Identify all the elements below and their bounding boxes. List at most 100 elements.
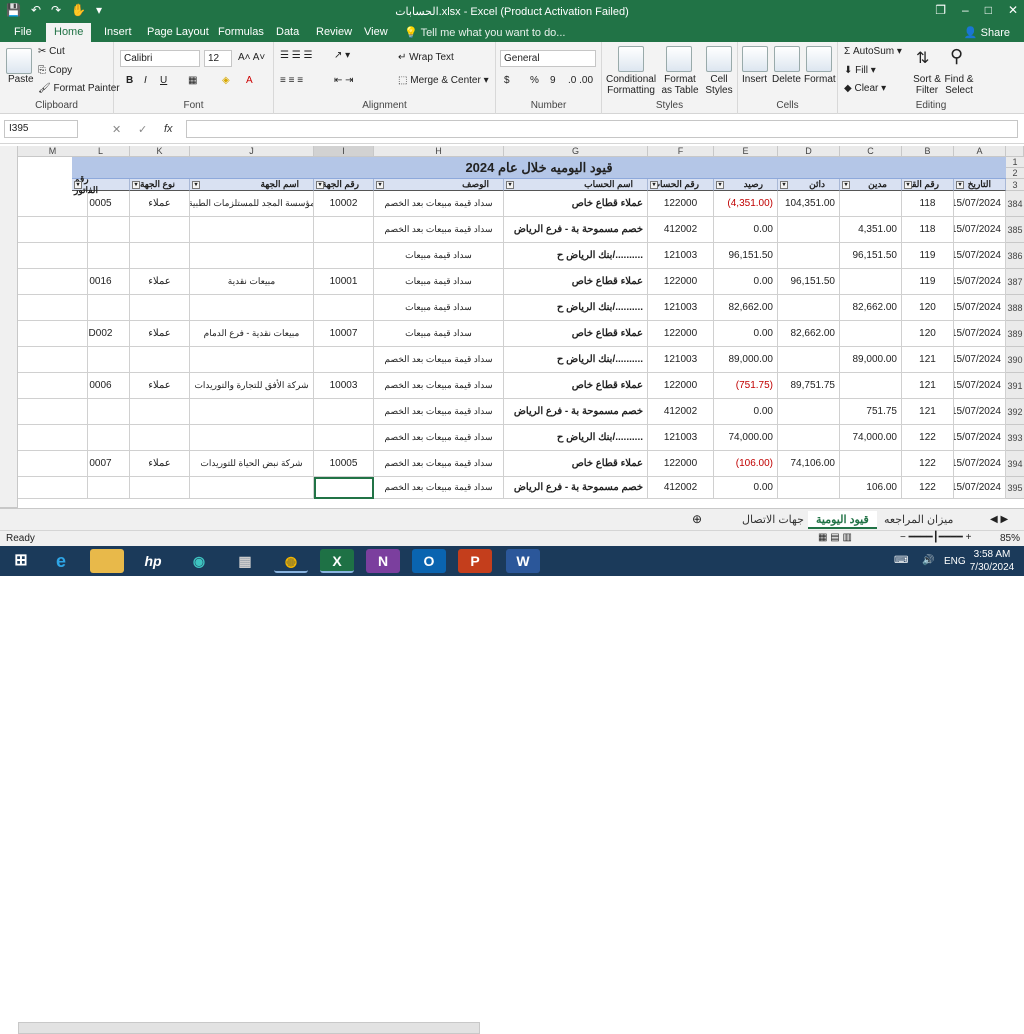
table-cell-b[interactable]: 122 <box>902 425 954 451</box>
tell-me-search[interactable]: 💡 Tell me what you want to do... <box>404 26 565 39</box>
table-cell-a[interactable]: 15/07/2024 <box>954 243 1006 269</box>
table-cell-d[interactable] <box>778 399 840 425</box>
table-cell-e[interactable]: (751.75) <box>714 373 778 399</box>
tab-review[interactable]: Review <box>316 26 352 38</box>
table-cell-d[interactable]: 96,151.50 <box>778 269 840 295</box>
filter-dropdown-icon[interactable]: ▾ <box>650 181 658 189</box>
comma-style-button[interactable]: 9 <box>550 75 556 86</box>
table-cell-a[interactable]: 15/07/2024 <box>954 321 1006 347</box>
font-color-icon[interactable]: A <box>246 75 253 86</box>
cancel-icon[interactable]: ✕ <box>112 123 121 136</box>
table-cell-d[interactable]: 104,351.00 <box>778 191 840 217</box>
table-cell-b[interactable]: 119 <box>902 269 954 295</box>
table-cell-d[interactable]: 82,662.00 <box>778 321 840 347</box>
row-header[interactable]: 395 <box>1006 477 1024 499</box>
table-cell-g[interactable]: عملاء قطاع خاص <box>504 373 648 399</box>
table-cell-e[interactable]: 96,151.50 <box>714 243 778 269</box>
maximize-button[interactable]: □ <box>985 3 992 17</box>
fill-button[interactable]: ⬇ Fill ▾ <box>844 65 876 76</box>
merge-center-button[interactable]: ⬚ Merge & Center ▾ <box>398 75 489 86</box>
number-format-select[interactable]: General <box>500 50 596 67</box>
column-header-e[interactable]: E <box>714 146 778 157</box>
table-cell-h[interactable]: سداد قيمة مبيعات بعد الخصم <box>374 347 504 373</box>
table-cell-d[interactable] <box>778 243 840 269</box>
filter-dropdown-icon[interactable]: ▾ <box>904 181 912 189</box>
table-cell-g[interactable]: عملاء قطاع خاص <box>504 269 648 295</box>
table-cell-l[interactable]: D002 <box>72 321 130 347</box>
column-header-c[interactable]: C <box>840 146 902 157</box>
powerpoint-icon[interactable]: P <box>458 549 492 573</box>
file-explorer-icon[interactable] <box>90 549 124 573</box>
table-cell-d[interactable] <box>778 217 840 243</box>
table-cell-g[interactable]: عملاء قطاع خاص <box>504 451 648 477</box>
paste-icon[interactable] <box>6 48 32 74</box>
clock-date[interactable]: 7/30/2024 <box>966 562 1018 573</box>
table-cell-i[interactable] <box>314 425 374 451</box>
table-cell-l[interactable] <box>72 477 130 499</box>
table-cell-c[interactable]: 89,000.00 <box>840 347 902 373</box>
language-indicator[interactable]: ENG <box>944 556 966 567</box>
table-cell-h[interactable]: سداد قيمة مبيعات بعد الخصم <box>374 399 504 425</box>
table-cell-i[interactable]: 10001 <box>314 269 374 295</box>
table-cell-l[interactable]: 0007 <box>72 451 130 477</box>
table-cell-b[interactable]: 122 <box>902 451 954 477</box>
autosum-button[interactable]: Σ AutoSum ▾ <box>844 46 902 57</box>
table-cell-i[interactable]: 10005 <box>314 451 374 477</box>
table-cell-l[interactable]: 0016 <box>72 269 130 295</box>
table-cell-f[interactable]: 121003 <box>648 243 714 269</box>
table-cell-l[interactable] <box>72 399 130 425</box>
table-cell-l[interactable] <box>72 425 130 451</box>
word-icon[interactable]: W <box>506 549 540 573</box>
table-cell-f[interactable]: 121003 <box>648 295 714 321</box>
indent-icon[interactable]: ⇤ ⇥ <box>334 75 354 86</box>
currency-button[interactable]: $ <box>504 75 510 86</box>
table-cell-g[interactable]: بنك الرياض ح/.......... <box>504 295 648 321</box>
row-header[interactable]: 391 <box>1006 373 1024 399</box>
minimize-button[interactable]: – <box>962 3 969 17</box>
column-header-g[interactable]: G <box>504 146 648 157</box>
table-cell-b[interactable]: 120 <box>902 295 954 321</box>
cut-button[interactable]: ✂ Cut <box>38 46 65 57</box>
row-header[interactable]: 387 <box>1006 269 1024 295</box>
table-cell-a[interactable]: 15/07/2024 <box>954 373 1006 399</box>
table-cell-c[interactable]: 4,351.00 <box>840 217 902 243</box>
table-cell-i[interactable] <box>314 295 374 321</box>
table-cell-d[interactable] <box>778 295 840 321</box>
table-cell-a[interactable]: 15/07/2024 <box>954 347 1006 373</box>
table-cell-f[interactable]: 412002 <box>648 399 714 425</box>
italic-button[interactable]: I <box>144 75 147 86</box>
table-cell-e[interactable]: 0.00 <box>714 399 778 425</box>
tab-file[interactable]: File <box>14 26 32 38</box>
table-cell-h[interactable]: سداد قيمة مبيعات <box>374 243 504 269</box>
table-cell-h[interactable]: سداد قيمة مبيعات <box>374 269 504 295</box>
table-cell-j[interactable]: مبيعات نقدية <box>190 269 314 295</box>
table-cell-d[interactable] <box>778 477 840 499</box>
table-cell-i[interactable]: 10003 <box>314 373 374 399</box>
table-cell-c[interactable] <box>840 321 902 347</box>
filter-dropdown-icon[interactable]: ▾ <box>74 181 82 189</box>
filter-dropdown-icon[interactable]: ▾ <box>132 181 140 189</box>
windows-start-icon[interactable]: ⊞ <box>4 549 38 573</box>
share-button[interactable]: 👤 Share <box>964 26 1010 39</box>
delete-cells-icon[interactable] <box>774 46 800 72</box>
row-header[interactable]: 386 <box>1006 243 1024 269</box>
decimal-icon[interactable]: .0 .00 <box>568 75 593 86</box>
column-header-f[interactable]: F <box>648 146 714 157</box>
column-header-i[interactable]: I <box>314 146 374 157</box>
table-cell-a[interactable]: 15/07/2024 <box>954 477 1006 499</box>
table-cell-l[interactable] <box>72 295 130 321</box>
format-button[interactable]: Format <box>804 74 836 85</box>
cell-styles-icon[interactable] <box>706 46 732 72</box>
worksheet-grid[interactable]: M L K J I H G F E D C B A 1 2 3 384 385 386 387 388 389 390 391… <box>0 146 1024 508</box>
row-header[interactable]: 384 <box>1006 191 1024 217</box>
table-cell-j[interactable]: مؤسسة المجد للمستلزمات الطبية <box>190 191 314 217</box>
table-cell-h[interactable]: سداد قيمة مبيعات بعد الخصم <box>374 373 504 399</box>
table-cell-k[interactable] <box>130 477 190 499</box>
table-cell-f[interactable]: 122000 <box>648 373 714 399</box>
hp-icon[interactable]: hp <box>136 549 170 573</box>
table-cell-k[interactable] <box>130 295 190 321</box>
table-cell-l[interactable]: 0005 <box>72 191 130 217</box>
table-cell-k[interactable]: عملاء <box>130 373 190 399</box>
table-cell-i[interactable] <box>314 217 374 243</box>
row-header[interactable]: 392 <box>1006 399 1024 425</box>
